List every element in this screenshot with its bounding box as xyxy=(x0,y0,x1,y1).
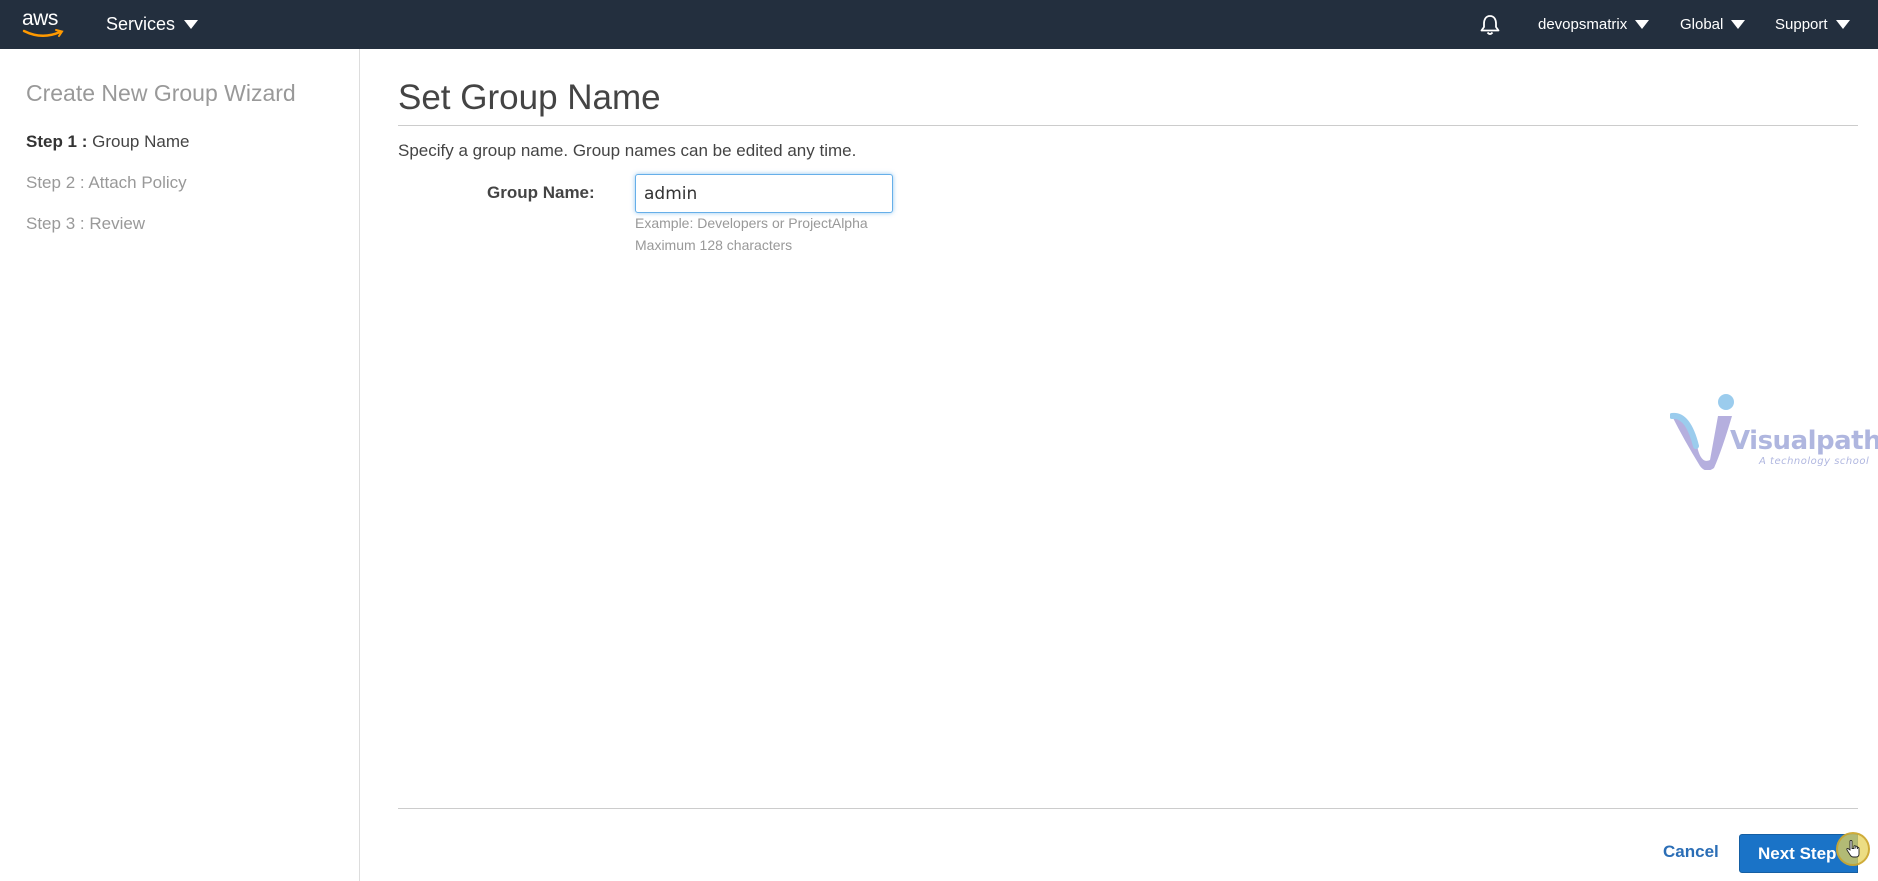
step-label: Review xyxy=(89,214,146,233)
wizard-title: Create New Group Wizard xyxy=(26,80,296,106)
group-name-input[interactable] xyxy=(635,174,893,213)
watermark-tagline: A technology school xyxy=(1759,456,1870,467)
wizard-step-group-name[interactable]: Step 1 : Group Name xyxy=(26,132,189,152)
hand-cursor-icon xyxy=(1846,840,1860,858)
support-label: Support xyxy=(1775,16,1828,33)
step-number: Step 2 : xyxy=(26,173,85,192)
aws-logo-text: aws xyxy=(22,7,58,30)
account-label: devopsmatrix xyxy=(1538,16,1628,33)
page-title: Set Group Name xyxy=(398,78,661,117)
step-label: Group Name xyxy=(92,132,190,151)
caret-down-icon xyxy=(1835,20,1850,29)
top-navigation-bar: aws Services devopsmatrix Global Support xyxy=(0,0,1878,49)
services-menu[interactable]: Services xyxy=(106,0,199,49)
group-name-label: Group Name: xyxy=(487,183,595,202)
title-divider xyxy=(398,125,1858,126)
caret-down-icon xyxy=(1635,20,1650,29)
services-label: Services xyxy=(106,14,176,34)
wizard-step-attach-policy[interactable]: Step 2 : Attach Policy xyxy=(26,173,187,193)
group-name-max-length-hint: Maximum 128 characters xyxy=(635,237,793,253)
step-number: Step 1 : xyxy=(26,132,88,151)
support-menu[interactable]: Support xyxy=(1775,0,1850,49)
cancel-link[interactable]: Cancel xyxy=(1663,842,1719,862)
footer-divider xyxy=(398,808,1858,809)
account-menu[interactable]: devopsmatrix xyxy=(1538,0,1650,49)
step-number: Step 3 : xyxy=(26,214,85,233)
caret-down-icon xyxy=(1731,20,1746,29)
wizard-sidebar: Create New Group Wizard Step 1 : Group N… xyxy=(0,49,360,881)
bell-icon[interactable] xyxy=(1477,12,1503,38)
visualpath-watermark-logo: Visualpath A technology school xyxy=(1670,390,1878,470)
main-content: Set Group Name Specify a group name. Gro… xyxy=(398,49,1858,881)
group-name-example-hint: Example: Developers or ProjectAlpha xyxy=(635,215,868,231)
wizard-step-review[interactable]: Step 3 : Review xyxy=(26,214,145,234)
watermark-name: Visualpath xyxy=(1730,426,1878,456)
region-label: Global xyxy=(1680,16,1724,33)
aws-logo[interactable]: aws xyxy=(22,8,66,40)
aws-smile-icon xyxy=(22,29,64,37)
caret-down-icon xyxy=(184,20,199,29)
page-description: Specify a group name. Group names can be… xyxy=(398,141,857,160)
step-label: Attach Policy xyxy=(88,173,187,192)
region-menu[interactable]: Global xyxy=(1680,0,1746,49)
